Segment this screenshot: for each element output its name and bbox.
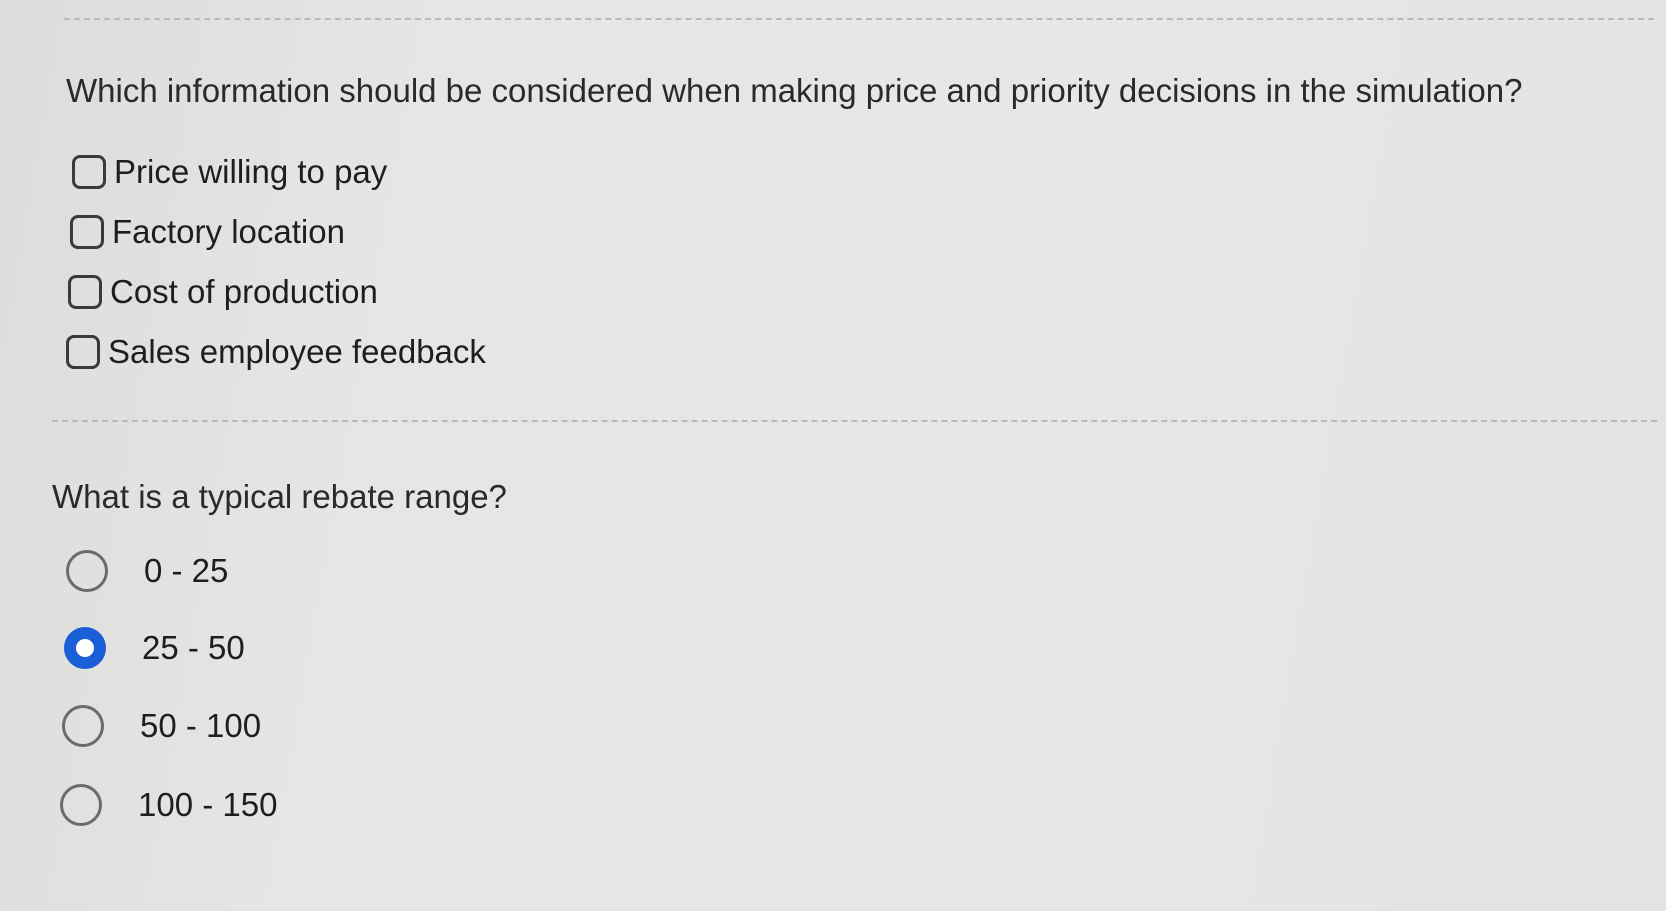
page: Which information should be considered w… [0,0,1666,911]
checkbox-option-price-willing-to-pay[interactable]: Price willing to pay [72,148,387,196]
radio-button[interactable] [60,784,102,826]
radio-button[interactable] [66,550,108,592]
radio-button[interactable] [62,705,104,747]
section-divider [52,420,1657,422]
checkbox-label: Price willing to pay [114,153,388,190]
radio-label: 50 - 100 [140,707,262,744]
checkbox-option-cost-of-production[interactable]: Cost of production [68,268,378,316]
radio-option-25-50[interactable]: 25 - 50 [64,623,245,673]
checkbox-option-factory-location[interactable]: Factory location [70,208,345,256]
radio-option-0-25[interactable]: 0 - 25 [66,546,228,596]
question-2-text: What is a typical rebate range? [52,478,507,515]
top-divider [64,18,1654,20]
checkbox[interactable] [66,335,100,369]
checkbox[interactable] [70,215,104,249]
radio-label: 100 - 150 [138,786,278,823]
checkbox-label: Cost of production [110,273,378,310]
radio-option-50-100[interactable]: 50 - 100 [62,701,261,751]
checkbox-label: Sales employee feedback [108,333,486,370]
checkbox-label: Factory location [112,213,345,250]
radio-label: 25 - 50 [142,629,245,666]
checkbox[interactable] [68,275,102,309]
radio-button-selected[interactable] [64,627,106,669]
question-1-text: Which information should be considered w… [66,72,1523,109]
checkbox[interactable] [72,155,106,189]
radio-option-100-150[interactable]: 100 - 150 [60,780,277,830]
radio-label: 0 - 25 [144,552,229,589]
checkbox-option-sales-employee-feedback[interactable]: Sales employee feedback [66,328,486,376]
